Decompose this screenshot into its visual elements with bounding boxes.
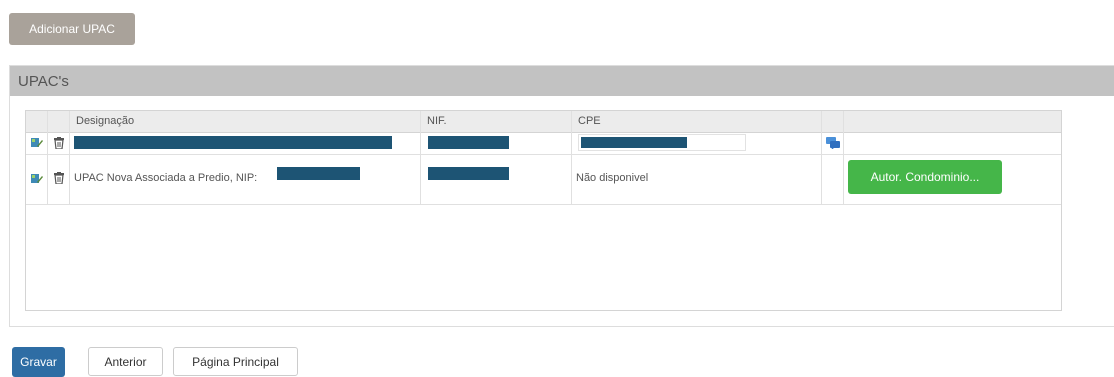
header-icon-col [822, 111, 844, 132]
panel-title: UPAC's [10, 66, 1114, 96]
header-nif[interactable]: NIF. [421, 111, 572, 132]
cpe-status-text: Não disponivel [576, 172, 649, 184]
cpe-input[interactable] [578, 134, 746, 151]
redacted-nip [277, 167, 360, 180]
table-header-row: Designação NIF. CPE [26, 111, 1061, 133]
edit-icon[interactable] [31, 137, 43, 148]
redacted-nif [428, 167, 509, 180]
trash-icon[interactable] [54, 137, 64, 149]
upac-table: Designação NIF. CPE UPAC Nova Associada … [25, 110, 1062, 311]
redacted-designacao [74, 136, 392, 149]
header-delete-col [48, 111, 70, 132]
table-row [26, 132, 1061, 155]
header-designacao[interactable]: Designação [70, 111, 421, 132]
redacted-nif [428, 136, 509, 149]
message-icon[interactable] [826, 137, 840, 149]
header-cpe[interactable]: CPE [572, 111, 822, 132]
previous-button[interactable]: Anterior [88, 347, 163, 376]
designacao-text: UPAC Nova Associada a Predio, NIP: [74, 172, 258, 184]
trash-icon[interactable] [54, 172, 64, 184]
header-action-col [844, 111, 1061, 132]
edit-icon[interactable] [31, 173, 43, 184]
upac-panel: UPAC's Designação NIF. CPE UPAC Nova Ass… [9, 65, 1114, 327]
save-button[interactable]: Gravar [12, 347, 65, 377]
autor-condominio-button[interactable]: Autor. Condominio... [848, 160, 1002, 194]
add-upac-button[interactable]: Adicionar UPAC [9, 13, 135, 45]
redacted-cpe [581, 137, 687, 148]
table-row: UPAC Nova Associada a Predio, NIP: Não d… [26, 154, 1061, 205]
header-edit-col [26, 111, 48, 132]
home-page-button[interactable]: Página Principal [173, 347, 298, 376]
